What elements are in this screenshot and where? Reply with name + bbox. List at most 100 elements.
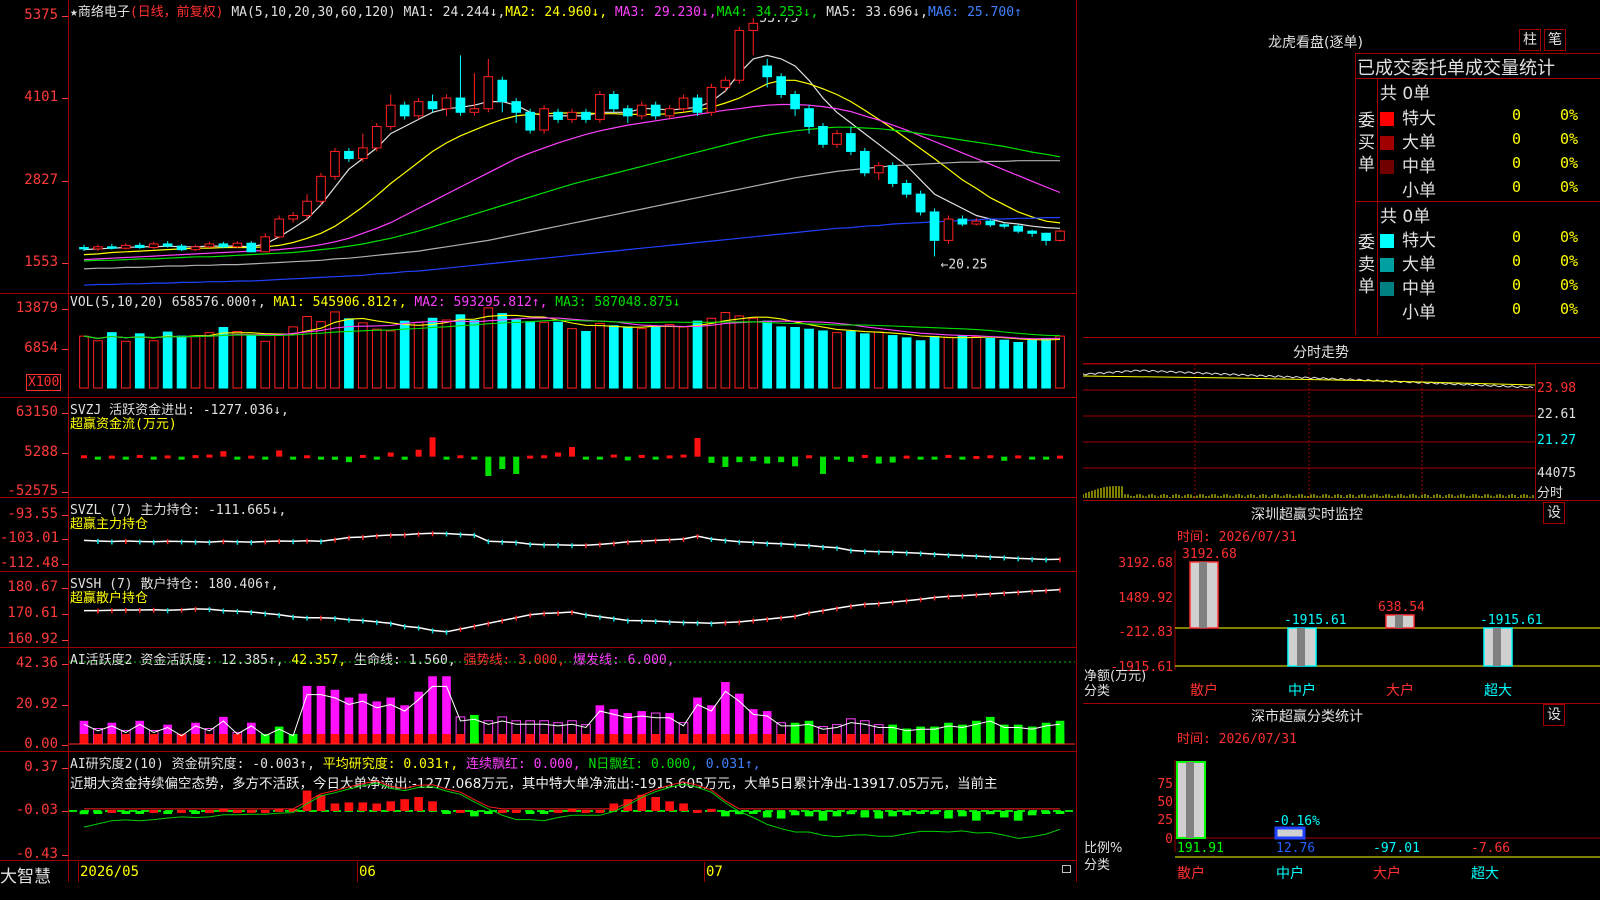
ai2-bar xyxy=(651,797,660,811)
svzj-bar xyxy=(401,456,408,460)
candle-body xyxy=(302,200,312,216)
volume-bar xyxy=(441,319,452,389)
ai2-bar xyxy=(386,801,396,811)
ma2-line xyxy=(83,79,1061,256)
monitor-chart[interactable]: 3192.68 1489.92 -212.83 -1915.61 3192.68 散户 -1… xyxy=(1083,540,1600,702)
candle-body xyxy=(274,218,285,238)
classify-category-label: 超大 xyxy=(1471,866,1499,882)
vol-unit: X100 xyxy=(26,374,62,391)
sell-order-count: 0 xyxy=(1512,276,1522,294)
ai2-bar xyxy=(985,811,995,815)
ai1-base-bar xyxy=(316,734,326,744)
ai1-base-bar xyxy=(470,734,479,744)
volume-bar xyxy=(176,335,187,389)
ai-research-chart[interactable] xyxy=(69,752,1075,859)
candlestick-chart[interactable]: 53.75 ←20.25 xyxy=(69,18,1075,290)
ai-activity-chart[interactable] xyxy=(69,648,1075,750)
svzj-bar xyxy=(304,455,311,459)
xaxis-label-0: 2026/05 xyxy=(80,864,140,880)
candle-body xyxy=(246,242,257,253)
volume-bar xyxy=(887,335,898,389)
ai2-bar xyxy=(484,811,493,814)
monitor-bar-shade xyxy=(1199,562,1207,628)
buy-order-name: 小单 xyxy=(1402,181,1436,201)
svzj-bar xyxy=(429,437,436,457)
kline-yaxis-5375: 5375 xyxy=(24,7,58,23)
svzj-bar xyxy=(917,456,924,460)
buy-order-row: 中单 xyxy=(1380,152,1436,177)
ai1-base-bar xyxy=(553,734,563,744)
volume-bar xyxy=(873,331,884,389)
svzj-bar xyxy=(1043,456,1050,460)
main-chart-area[interactable]: 5375 4101 2827 1553 ★商络电子(日线，前复权) MA(5,1… xyxy=(0,0,1082,887)
intraday-chart[interactable] xyxy=(1083,364,1535,498)
column-view-button[interactable]: 柱 xyxy=(1519,29,1541,51)
ai1-base-bar xyxy=(762,734,772,744)
ai1-base-bar xyxy=(790,734,800,744)
intraday-title: 分时走势 xyxy=(1293,345,1349,361)
svzj-bar xyxy=(150,456,157,460)
ai1-base-bar xyxy=(330,734,340,744)
candle-body xyxy=(288,214,298,220)
ai1-base-bar xyxy=(1055,734,1065,744)
svzj-bar xyxy=(457,455,464,459)
candle-body xyxy=(748,22,759,31)
volume-bar xyxy=(859,333,870,389)
candle-body xyxy=(204,243,215,248)
ai1-base-bar xyxy=(902,734,911,744)
volume-bar xyxy=(762,320,773,389)
ai1-yaxis-1: 42.36 xyxy=(15,655,58,671)
candle-body xyxy=(818,126,828,145)
svzj-bar xyxy=(527,455,534,459)
svzj-yaxis-63150: 63150 xyxy=(15,404,58,420)
volume-bar xyxy=(399,320,410,389)
candle-body xyxy=(107,246,117,249)
ai2-yaxis-1: 0.37 xyxy=(24,759,58,775)
classify-chart[interactable]: 75 50 25 0 -0.16% 191.91 散户 12.76 中户 -97.01 大户 -7.6… xyxy=(1083,742,1600,882)
svzj-chart[interactable] xyxy=(69,398,1075,496)
volume-bar xyxy=(804,328,814,389)
volume-bar xyxy=(469,320,480,389)
volume-chart[interactable] xyxy=(69,294,1075,396)
volume-bar xyxy=(595,322,605,389)
ai2-bar xyxy=(1041,811,1051,814)
ai2-bar xyxy=(902,811,911,816)
monitor-title: 深圳超赢实时监控 xyxy=(1251,507,1363,523)
svsh-chart[interactable] xyxy=(69,572,1075,646)
candle-body xyxy=(887,165,898,184)
classify-category-label: 大户 xyxy=(1373,865,1401,882)
ai1-base-bar xyxy=(693,734,702,744)
ai1-base-bar xyxy=(832,734,842,744)
svzl-chart[interactable] xyxy=(69,498,1075,570)
svzj-bar xyxy=(206,454,213,458)
monitor-yaxis-label: -212.83 xyxy=(1118,625,1173,640)
ai1-base-bar xyxy=(972,734,981,744)
ai1-base-bar xyxy=(748,734,758,744)
candle-body xyxy=(483,76,494,110)
candle-body xyxy=(622,108,633,117)
volume-bar xyxy=(553,321,563,389)
monitor-settings-button[interactable]: 设 xyxy=(1543,502,1565,524)
volume-bar xyxy=(218,326,229,389)
classify-settings-button[interactable]: 设 xyxy=(1543,704,1565,726)
sell-order-name: 小单 xyxy=(1402,303,1436,323)
lock-icon[interactable] xyxy=(1062,865,1071,873)
volume-bar xyxy=(385,330,396,389)
ai1-base-bar xyxy=(916,734,925,744)
monitor-value-label: -1915.61 xyxy=(1284,613,1347,628)
tick-view-button[interactable]: 笔 xyxy=(1544,29,1566,51)
classify-xlabel: 分类 xyxy=(1084,858,1110,873)
svzj-bar xyxy=(136,454,143,458)
volume-bar xyxy=(302,316,312,389)
candle-body xyxy=(636,104,647,117)
candle-body xyxy=(859,150,870,174)
ai2-bar xyxy=(428,801,437,811)
ai2-bar xyxy=(135,811,145,814)
svzj-bar xyxy=(541,455,548,459)
ai2-bar xyxy=(205,809,214,813)
monitor-category-label: 大户 xyxy=(1386,682,1414,699)
volume-bar xyxy=(427,317,438,389)
svzj-yaxis-neg: -52575 xyxy=(7,483,58,499)
candle-body xyxy=(455,97,466,113)
candle-body xyxy=(553,111,563,120)
